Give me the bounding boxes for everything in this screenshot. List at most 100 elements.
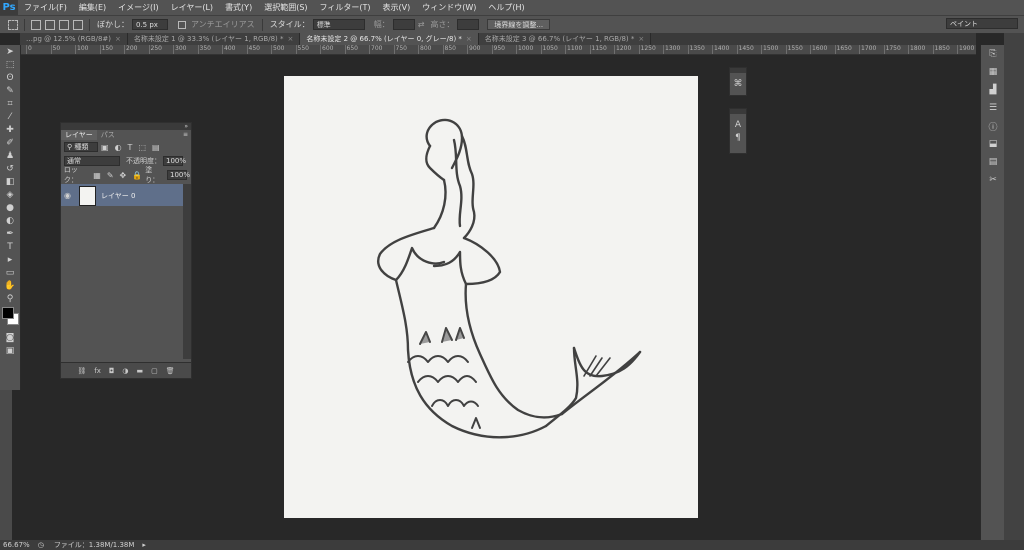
lock-image-icon[interactable]: ✎ bbox=[107, 171, 114, 180]
shape-tool-icon[interactable]: ▭ bbox=[0, 266, 20, 279]
history-brush-tool-icon[interactable]: ↺ bbox=[0, 162, 20, 175]
navigator-panel-icon[interactable]: ⬓ bbox=[981, 135, 1005, 153]
collapse-icon[interactable]: » bbox=[184, 123, 188, 130]
adjustment-filter-icon[interactable]: ◐ bbox=[115, 143, 122, 152]
layer-style-icon[interactable]: fx bbox=[94, 367, 101, 375]
tab-layers[interactable]: レイヤー bbox=[61, 129, 97, 140]
eyedropper-tool-icon[interactable]: ⁄ bbox=[0, 110, 20, 123]
character-icon[interactable]: A bbox=[735, 118, 741, 131]
quick-select-tool-icon[interactable]: ✎ bbox=[0, 84, 20, 97]
histogram-panel-icon[interactable]: ▟ bbox=[981, 81, 1005, 99]
tab-document-1[interactable]: 名称未設定 1 @ 33.3% (レイヤー 1, RGB/8) * × bbox=[127, 33, 301, 45]
panel-menu-icon[interactable]: ≡ bbox=[183, 131, 188, 138]
tab-paths[interactable]: パス bbox=[97, 130, 119, 140]
pixel-filter-icon[interactable]: ▣ bbox=[101, 143, 109, 152]
layer-row[interactable]: ◉ レイヤー 0 bbox=[61, 184, 183, 206]
marquee-tool-icon[interactable]: ⬚ bbox=[0, 58, 20, 71]
lasso-tool-icon[interactable]: ʘ bbox=[0, 71, 20, 84]
history-panel-icon[interactable]: ⎘ bbox=[981, 45, 1005, 63]
menu-help[interactable]: ヘルプ(H) bbox=[482, 2, 530, 13]
style-select[interactable]: 標準 bbox=[312, 19, 365, 30]
dodge-tool-icon[interactable]: ◐ bbox=[0, 214, 20, 227]
height-input[interactable] bbox=[457, 19, 480, 30]
type-tool-icon[interactable]: T bbox=[0, 240, 20, 253]
feather-input[interactable]: 0.5 px bbox=[132, 19, 168, 30]
fill-input[interactable]: 100% bbox=[167, 170, 190, 180]
move-tool-icon[interactable]: ➤ bbox=[0, 45, 20, 58]
adjustment-layer-icon[interactable]: ◑ bbox=[122, 367, 128, 375]
marquee-tool-preset-icon[interactable] bbox=[8, 19, 18, 30]
adjustments-panel-icon[interactable]: ☰ bbox=[981, 99, 1005, 117]
workspace-select[interactable]: ペイント bbox=[946, 18, 1018, 29]
swatches-panel-icon[interactable]: ▦ bbox=[981, 63, 1005, 81]
new-layer-icon[interactable]: ▢ bbox=[151, 367, 158, 375]
menu-view[interactable]: 表示(V) bbox=[377, 2, 417, 13]
hand-tool-icon[interactable]: ✋ bbox=[0, 279, 20, 292]
eraser-tool-icon[interactable]: ◧ bbox=[0, 175, 20, 188]
menu-image[interactable]: イメージ(I) bbox=[112, 2, 164, 13]
mini-panel-history: ⌘ bbox=[729, 67, 747, 96]
pen-tool-icon[interactable]: ✒ bbox=[0, 227, 20, 240]
brush-tool-icon[interactable]: ✐ bbox=[0, 136, 20, 149]
refine-edge-button[interactable]: 境界線を調整... bbox=[487, 19, 551, 30]
vertical-ruler bbox=[0, 390, 12, 540]
crop-tool-icon[interactable]: ⌗ bbox=[0, 97, 20, 110]
lock-all-icon[interactable]: 🔒 bbox=[132, 171, 142, 180]
foreground-color-swatch[interactable] bbox=[2, 307, 14, 319]
tab-document-2[interactable]: 名称未設定 2 @ 66.7% (レイヤー 0, グレー/8) * × bbox=[300, 33, 479, 45]
tools-preset-panel-icon[interactable]: ✂ bbox=[981, 171, 1005, 189]
panel-grip[interactable] bbox=[730, 68, 746, 73]
zoom-tool-icon[interactable]: ⚲ bbox=[0, 292, 20, 305]
new-selection-icon[interactable] bbox=[31, 19, 41, 30]
antialias-checkbox[interactable] bbox=[178, 20, 186, 29]
tab-document-3[interactable]: 名称未設定 3 @ 66.7% (レイヤー 1, RGB/8) * × bbox=[478, 33, 652, 45]
lock-transparent-icon[interactable]: ▦ bbox=[93, 171, 101, 180]
menu-filter[interactable]: フィルター(T) bbox=[314, 2, 377, 13]
document-canvas[interactable] bbox=[284, 76, 698, 518]
clone-stamp-tool-icon[interactable]: ♟ bbox=[0, 149, 20, 162]
paragraph-icon[interactable]: ¶ bbox=[735, 131, 741, 144]
menu-layer[interactable]: レイヤー(L) bbox=[165, 2, 219, 13]
quick-mask-icon[interactable]: ◙ bbox=[0, 331, 20, 344]
filter-kind-select[interactable]: ⚲ 種類 bbox=[64, 142, 98, 152]
smart-object-filter-icon[interactable]: ▤ bbox=[152, 143, 160, 152]
opacity-input[interactable]: 100% bbox=[163, 156, 186, 166]
lock-position-icon[interactable]: ✥ bbox=[120, 171, 127, 180]
new-group-icon[interactable]: ▬ bbox=[137, 367, 144, 375]
status-menu-icon[interactable]: ▸ bbox=[142, 541, 146, 549]
zoom-level[interactable]: 66.67% bbox=[3, 541, 30, 549]
menu-edit[interactable]: 編集(E) bbox=[73, 2, 112, 13]
paint-bucket-tool-icon[interactable]: ◈ bbox=[0, 188, 20, 201]
panel-grip[interactable] bbox=[730, 109, 746, 114]
intersect-selection-icon[interactable] bbox=[73, 19, 83, 30]
add-mask-icon[interactable]: ◘ bbox=[109, 367, 115, 375]
tab-document-0[interactable]: …pg @ 12.5% (RGB/8#) × bbox=[20, 33, 128, 45]
path-selection-tool-icon[interactable]: ▸ bbox=[0, 253, 20, 266]
menu-window[interactable]: ウィンドウ(W) bbox=[416, 2, 482, 13]
menu-type[interactable]: 書式(Y) bbox=[219, 2, 258, 13]
subtract-selection-icon[interactable] bbox=[59, 19, 69, 30]
history-icon[interactable]: ⌘ bbox=[734, 77, 743, 90]
width-input[interactable] bbox=[392, 19, 415, 30]
shape-filter-icon[interactable]: ⬚ bbox=[138, 143, 146, 152]
close-icon[interactable]: × bbox=[288, 35, 294, 43]
close-icon[interactable]: × bbox=[466, 35, 472, 43]
lock-row: ロック： ▦ ✎ ✥ 🔒 塗り： 100% bbox=[61, 166, 191, 184]
link-layers-icon[interactable]: ⛓ bbox=[77, 367, 86, 375]
swap-icon[interactable]: ⇄ bbox=[418, 20, 425, 29]
healing-brush-tool-icon[interactable]: ✚ bbox=[0, 123, 20, 136]
close-icon[interactable]: × bbox=[115, 35, 121, 43]
eye-icon[interactable]: ◉ bbox=[64, 191, 71, 200]
ruler-tick-label: 900 bbox=[466, 45, 481, 54]
close-icon[interactable]: × bbox=[638, 35, 644, 43]
add-selection-icon[interactable] bbox=[45, 19, 55, 30]
screen-mode-icon[interactable]: ▣ bbox=[0, 344, 20, 357]
type-filter-icon[interactable]: T bbox=[128, 143, 133, 152]
layers-panel-icon[interactable]: ▤ bbox=[981, 153, 1005, 171]
menu-select[interactable]: 選択範囲(S) bbox=[258, 2, 313, 13]
trash-icon[interactable]: 🗑 bbox=[166, 367, 175, 375]
menu-file[interactable]: ファイル(F) bbox=[18, 2, 73, 13]
blur-tool-icon[interactable]: ● bbox=[0, 201, 20, 214]
layers-scrollbar[interactable] bbox=[183, 184, 191, 359]
info-panel-icon[interactable]: ⓘ bbox=[981, 117, 1005, 135]
